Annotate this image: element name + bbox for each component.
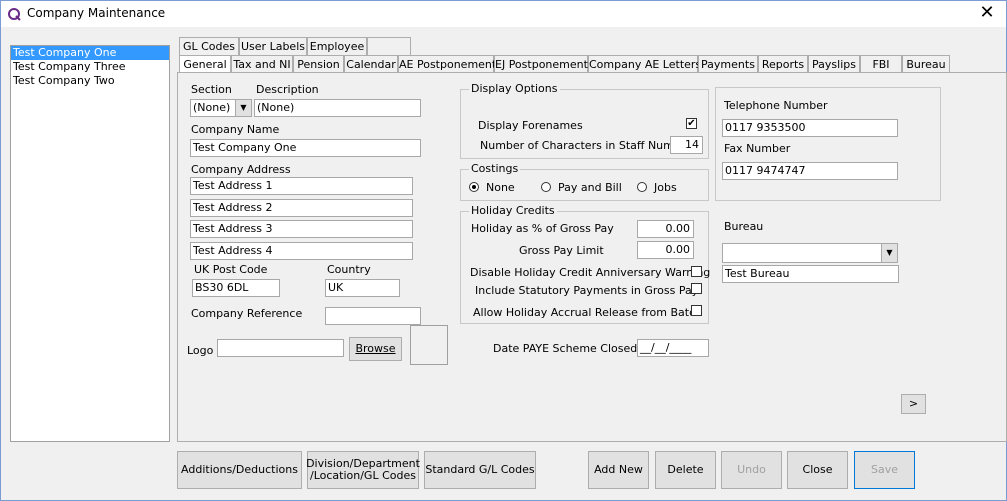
list-item[interactable]: Test Company One xyxy=(11,46,169,60)
description-field[interactable]: (None) xyxy=(254,99,421,117)
tab-reports[interactable]: Reports xyxy=(758,55,808,73)
delete-button[interactable]: Delete xyxy=(655,451,716,489)
display-options-title: Display Options xyxy=(469,82,560,95)
description-label: Description xyxy=(256,83,319,96)
costings-none-radio[interactable] xyxy=(469,182,479,192)
staff-chars-field[interactable]: 14 xyxy=(670,136,703,154)
display-forenames-label: Display Forenames xyxy=(478,119,583,132)
display-forenames-checkbox[interactable]: ✔ xyxy=(686,118,697,129)
company-address-label: Company Address xyxy=(191,163,291,176)
tab-payments[interactable]: Payments xyxy=(698,55,758,73)
holiday-pct-field[interactable]: 0.00 xyxy=(637,220,694,238)
bureau-dropdown[interactable]: ▼ xyxy=(722,243,898,263)
chevron-down-icon[interactable]: ▼ xyxy=(235,100,251,116)
add-new-button[interactable]: Add New xyxy=(588,451,649,489)
division-button-line2: /Location/GL Codes xyxy=(310,469,416,482)
logo-field[interactable] xyxy=(217,339,344,357)
tab-fbi[interactable]: FBI xyxy=(860,55,902,73)
undo-button[interactable]: Undo xyxy=(721,451,782,489)
tab-ej-postponement[interactable]: EJ Postponement xyxy=(494,55,588,73)
address-line-1-field[interactable]: Test Address 1 xyxy=(190,177,413,195)
costings-pay-and-bill-label: Pay and Bill xyxy=(558,181,622,194)
telephone-field[interactable]: 0117 9353500 xyxy=(722,119,898,137)
country-label: Country xyxy=(327,263,371,276)
section-dropdown[interactable]: (None) ▼ xyxy=(190,99,252,117)
disable-anniversary-label: Disable Holiday Credit Anniversary Warni… xyxy=(470,266,711,279)
close-icon[interactable]: ✕ xyxy=(976,3,998,25)
tab-blank xyxy=(367,37,411,55)
address-line-3-field[interactable]: Test Address 3 xyxy=(190,220,413,238)
window-title: Company Maintenance xyxy=(27,6,166,20)
tab-employee[interactable]: Employee xyxy=(307,37,367,55)
telephone-label: Telephone Number xyxy=(724,99,828,112)
gross-pay-limit-label: Gross Pay Limit xyxy=(519,244,604,257)
logo-label: Logo xyxy=(187,344,214,357)
tab-user-labels[interactable]: User Labels xyxy=(239,37,307,55)
holiday-pct-label: Holiday as % of Gross Pay xyxy=(471,222,614,235)
paye-closed-label: Date PAYE Scheme Closed xyxy=(493,342,638,355)
browse-button-label: Browse xyxy=(355,342,396,355)
tab-company-ae-letters[interactable]: Company AE Letters xyxy=(588,55,701,73)
postcode-field[interactable]: BS30 6DL xyxy=(192,279,280,297)
fax-label: Fax Number xyxy=(724,142,791,155)
browse-button[interactable]: Browse xyxy=(349,337,402,361)
tab-pension[interactable]: Pension xyxy=(293,55,344,73)
tab-row-top: GL Codes User Labels Employee xyxy=(179,37,411,55)
section-value: (None) xyxy=(193,101,231,114)
q-logo-icon xyxy=(8,8,21,21)
include-statutory-label: Include Statutory Payments in Gross Pay xyxy=(475,284,699,297)
bureau-name-field[interactable]: Test Bureau xyxy=(722,265,899,283)
country-field[interactable]: UK xyxy=(325,279,400,297)
company-name-label: Company Name xyxy=(191,123,280,136)
chevron-down-icon[interactable]: ▼ xyxy=(881,244,897,262)
tab-row-main: General Tax and NI Pension Calendar AE P… xyxy=(179,55,959,74)
checkmark-icon: ✔ xyxy=(687,118,696,129)
staff-chars-label: Number of Characters in Staff Number xyxy=(480,139,693,152)
bureau-label: Bureau xyxy=(724,220,764,233)
company-list[interactable]: Test Company One Test Company Three Test… xyxy=(10,45,170,442)
tab-payslips[interactable]: Payslips xyxy=(808,55,860,73)
costings-jobs-label: Jobs xyxy=(654,181,677,194)
title-bar: Company Maintenance ✕ xyxy=(1,1,1006,27)
save-button[interactable]: Save xyxy=(854,451,915,489)
disable-anniversary-checkbox[interactable] xyxy=(691,266,702,277)
tab-ae-postponement[interactable]: AE Postponement xyxy=(398,55,496,73)
include-statutory-checkbox[interactable] xyxy=(691,283,702,294)
close-button[interactable]: Close xyxy=(787,451,848,489)
costings-none-label: None xyxy=(486,181,515,194)
costings-jobs-radio[interactable] xyxy=(637,182,647,192)
list-item[interactable]: Test Company Three xyxy=(11,60,169,74)
costings-pay-and-bill-radio[interactable] xyxy=(541,182,551,192)
tab-calendar[interactable]: Calendar xyxy=(344,55,398,73)
gross-pay-limit-field[interactable]: 0.00 xyxy=(637,241,694,259)
section-label: Section xyxy=(191,83,232,96)
company-reference-field[interactable] xyxy=(325,307,421,325)
address-line-4-field[interactable]: Test Address 4 xyxy=(190,242,413,260)
logo-preview xyxy=(410,325,448,365)
paye-closed-date-field[interactable]: __/__/____ xyxy=(637,339,709,357)
costings-title: Costings xyxy=(469,162,521,175)
company-name-field[interactable]: Test Company One xyxy=(190,139,421,157)
division-department-button[interactable]: Division/Department /Location/GL Codes xyxy=(306,451,420,489)
allow-accrual-checkbox[interactable] xyxy=(691,305,702,316)
tab-gl-codes[interactable]: GL Codes xyxy=(179,37,239,55)
tab-bureau[interactable]: Bureau xyxy=(902,55,950,73)
company-maintenance-window: Company Maintenance ✕ Test Company One T… xyxy=(0,0,1007,501)
next-button[interactable]: > xyxy=(901,394,926,414)
postcode-label: UK Post Code xyxy=(194,263,268,276)
additions-deductions-button[interactable]: Additions/Deductions xyxy=(177,451,302,489)
list-item[interactable]: Test Company Two xyxy=(11,74,169,88)
company-reference-label: Company Reference xyxy=(191,307,303,320)
holiday-credits-title: Holiday Credits xyxy=(469,204,557,217)
allow-accrual-label: Allow Holiday Accrual Release from Batch xyxy=(473,306,703,319)
address-line-2-field[interactable]: Test Address 2 xyxy=(190,199,413,217)
fax-field[interactable]: 0117 9474747 xyxy=(722,162,898,180)
standard-gl-codes-button[interactable]: Standard G/L Codes xyxy=(424,451,536,489)
tab-tax-and-ni[interactable]: Tax and NI xyxy=(231,55,293,73)
